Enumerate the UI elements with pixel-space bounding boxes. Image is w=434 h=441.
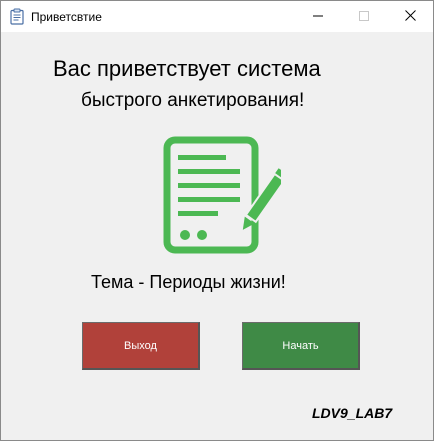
start-button-label: Начать bbox=[282, 339, 319, 352]
maximize-button bbox=[341, 1, 387, 32]
greeting-line-1: Вас приветствует система bbox=[53, 56, 321, 81]
close-button[interactable] bbox=[387, 1, 433, 32]
topic-label: Тема - Периоды жизни! bbox=[91, 272, 286, 292]
start-button[interactable]: Начать bbox=[242, 322, 360, 370]
close-icon bbox=[404, 8, 416, 26]
minimize-icon bbox=[313, 8, 323, 26]
welcome-window: Приветсвтие Вас приветствует система быс… bbox=[0, 0, 434, 441]
exit-button-label: Выход bbox=[124, 339, 157, 352]
window-title: Приветсвтие bbox=[31, 10, 102, 24]
minimize-button[interactable] bbox=[295, 1, 341, 32]
maximize-icon bbox=[359, 8, 369, 26]
author-signature: LDV9_LAB7 bbox=[312, 405, 393, 421]
document-pencil-icon bbox=[161, 136, 289, 256]
clipboard-icon bbox=[9, 8, 25, 25]
client-area: Вас приветствует система быстрого анкети… bbox=[1, 32, 433, 440]
greeting-line-2: быстрого анкетирования! bbox=[81, 90, 305, 111]
exit-button[interactable]: Выход bbox=[82, 322, 200, 370]
title-bar[interactable]: Приветсвтие bbox=[1, 1, 433, 32]
